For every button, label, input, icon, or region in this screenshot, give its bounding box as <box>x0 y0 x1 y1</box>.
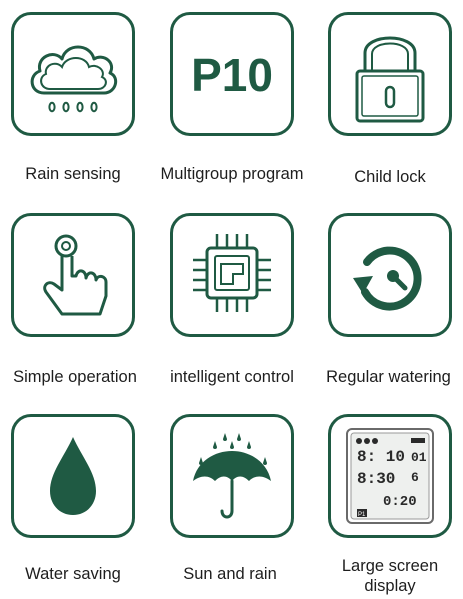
feature-tile-intelligent-control <box>170 213 294 337</box>
feature-tile-sun-and-rain <box>170 414 294 538</box>
feature-tile-multigroup-program: P10 <box>170 12 294 136</box>
feature-label-intelligent-control: intelligent control <box>170 368 294 386</box>
svg-text:8: 10: 8: 10 <box>357 448 405 466</box>
feature-label-sun-and-rain: Sun and rain <box>183 565 277 583</box>
feature-label-water-saving: Water saving <box>25 565 121 583</box>
feature-label-rain-sensing: Rain sensing <box>25 165 121 183</box>
padlock-icon <box>355 36 425 123</box>
feature-label-regular-watering: Regular watering <box>326 368 451 386</box>
feature-tile-simple-operation <box>11 213 135 337</box>
umbrella-rain-icon <box>193 433 271 519</box>
svg-text:0:20: 0:20 <box>383 494 417 510</box>
rain-cloud-icon <box>30 45 118 113</box>
svg-text:01: 01 <box>411 450 427 465</box>
svg-text:8:30: 8:30 <box>357 470 395 488</box>
feature-tile-large-screen: 8: 10 01 8:30 6 0:20 P1 <box>328 414 452 538</box>
svg-text:P1: P1 <box>358 512 366 518</box>
chip-icon <box>193 234 271 312</box>
timer-cycle-icon <box>353 246 422 311</box>
feature-label-simple-operation: Simple operation <box>13 368 137 386</box>
feature-label-large-screen: Large screen display <box>320 556 460 596</box>
feature-label-large-screen-line2: display <box>364 577 416 595</box>
lcd-screen-icon: 8: 10 01 8:30 6 0:20 P1 <box>346 428 434 524</box>
p10-program-icon: P10 <box>191 49 273 101</box>
svg-text:6: 6 <box>411 470 419 485</box>
water-drop-icon <box>50 437 96 515</box>
feature-tile-rain-sensing <box>11 12 135 136</box>
feature-tile-water-saving <box>11 414 135 538</box>
feature-label-multigroup-program: Multigroup program <box>160 165 304 183</box>
feature-label-large-screen-line1: Large screen <box>341 557 439 575</box>
feature-tile-regular-watering <box>328 213 452 337</box>
svg-text:P10: P10 <box>191 49 273 101</box>
feature-label-child-lock: Child lock <box>354 168 426 186</box>
finger-press-icon <box>43 234 108 316</box>
feature-tile-child-lock <box>328 12 452 136</box>
